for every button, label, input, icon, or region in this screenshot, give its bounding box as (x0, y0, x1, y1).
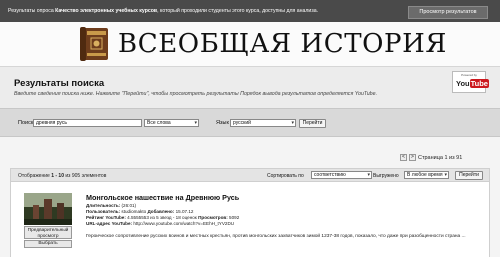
views-value: 5092 (229, 215, 240, 220)
sort-select[interactable]: соответствию (311, 171, 372, 179)
language-select[interactable]: русский (230, 119, 296, 127)
youtube-you: You (456, 79, 470, 88)
added-label: Добавлено: (147, 209, 175, 214)
toolbar-go-button[interactable]: Перейти (455, 171, 483, 180)
sort-label: Сортировать по (267, 173, 304, 179)
powered-by-youtube-badge: Powered by YouTube (452, 71, 489, 93)
uploaded-select[interactable]: В любое время (404, 171, 449, 179)
next-page-button[interactable]: > (409, 154, 416, 161)
pager: < > Страница 1 из 91 (400, 154, 462, 161)
duration-value: (26:01) (121, 203, 137, 208)
course-title: ВСЕОБЩАЯ ИСТОРИЯ (118, 29, 448, 59)
video-thumbnail[interactable] (24, 193, 72, 225)
search-bar: Поиск древняя русь Все слова Язык русски… (0, 108, 500, 137)
results-toolbar: Отображение 1 - 10 из 905 элементов Сорт… (10, 168, 490, 182)
user-value: studiomakto (121, 209, 147, 214)
results-count-range: 1 - 10 (51, 173, 64, 179)
top-notification-bar: Результаты опроса Качество электронных у… (0, 0, 500, 22)
course-banner: ВСЕОБЩАЯ ИСТОРИЯ (0, 22, 500, 66)
survey-message-pre: Результаты опроса (8, 8, 56, 14)
view-results-button[interactable]: Просмотр результатов (408, 6, 488, 19)
rating-value: 4.5555553 из 5 звезд - 18 оценок (127, 215, 197, 220)
results-count-post: из 905 элементов (63, 173, 107, 179)
search-label: Поиск (18, 120, 34, 126)
language-label: Язык (216, 120, 229, 126)
video-title[interactable]: Монгольское нашествие на Древнюю Русь (86, 193, 239, 202)
survey-message-post: , который проходили студенты этого курса… (157, 8, 319, 14)
duration-label: Длительность: (86, 203, 121, 208)
book-icon (80, 27, 108, 61)
views-label: Просмотров: (198, 215, 228, 220)
results-count-pre: Отображение (18, 173, 52, 179)
survey-message: Результаты опроса Качество электронных у… (8, 8, 318, 14)
user-label: Пользователь: (86, 209, 121, 214)
page-title: Результаты поиска (14, 78, 105, 89)
results-header: Результаты поиска Введите сведения поиск… (0, 66, 500, 108)
search-input[interactable]: древняя русь (33, 119, 142, 127)
preview-button[interactable]: Предварительный просмотр (24, 226, 72, 239)
url-line: URL-адрес YouTube: http://www.youtube.co… (86, 221, 234, 227)
prev-page-button[interactable]: < (400, 154, 407, 161)
results-count: Отображение 1 - 10 из 905 элементов (18, 173, 106, 179)
search-mode-select[interactable]: Все слова (144, 119, 199, 127)
youtube-tube: Tube (469, 79, 489, 88)
video-url[interactable]: http://www.youtube.com/watch?v=EEhH_tYV2… (133, 221, 234, 226)
video-description: Героическое сопротивление русских воинов… (86, 234, 466, 239)
pagination: < > Страница 1 из 91 (0, 150, 500, 164)
rating-label: Рейтинг YouTube: (86, 215, 126, 220)
page-indicator: Страница 1 из 91 (418, 154, 463, 161)
powered-by-label: Powered by (461, 73, 477, 77)
page-instructions: Введите сведения поиска ниже. Нажмите "П… (14, 91, 378, 97)
uploaded-label: Выгружено (373, 173, 399, 179)
results-list: Предварительный просмотр Выбрать Монголь… (10, 182, 490, 257)
url-label: URL-адрес YouTube: (86, 221, 133, 226)
choose-button[interactable]: Выбрать (24, 240, 72, 248)
youtube-logo-icon: YouTube (456, 79, 489, 88)
search-go-button[interactable]: Перейти (299, 119, 326, 128)
added-value: 15.07.12 (175, 209, 194, 214)
survey-name[interactable]: Качество электронных учебных курсов (55, 8, 157, 14)
